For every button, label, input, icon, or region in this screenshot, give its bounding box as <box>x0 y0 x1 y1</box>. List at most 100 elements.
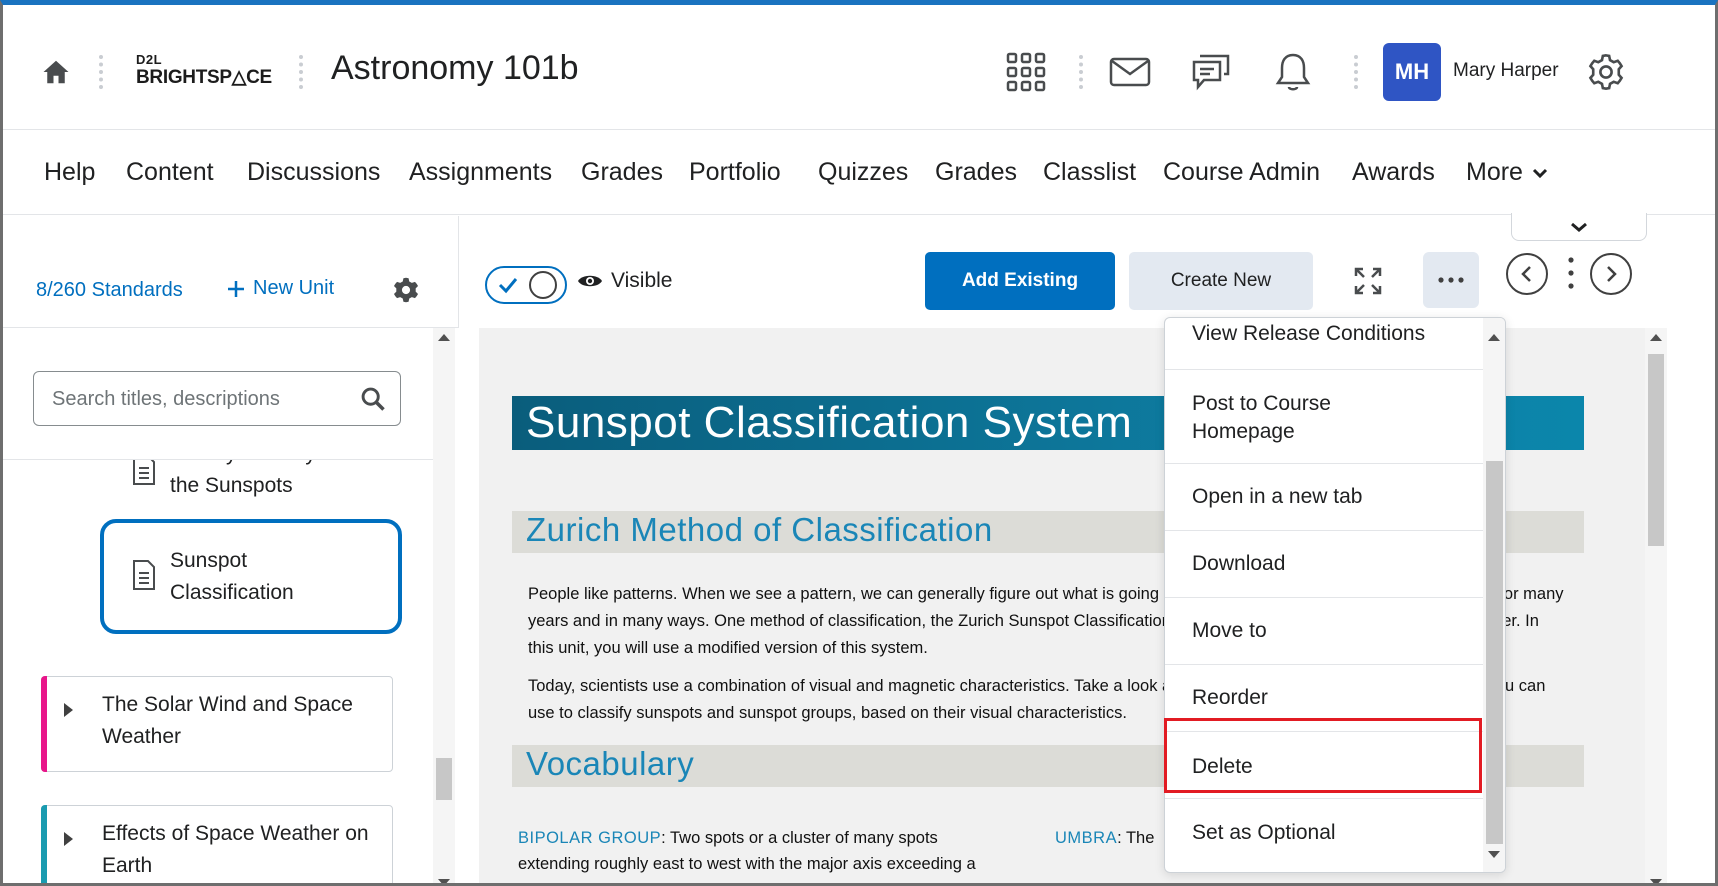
nav-quizzes[interactable]: Quizzes <box>818 158 908 187</box>
nav-content[interactable]: Content <box>126 158 214 187</box>
scrollbar-thumb[interactable] <box>1486 461 1503 844</box>
tree-item-label: Sunspot Classification <box>170 549 294 604</box>
vocab-definition: : Two spots or a cluster of many spots <box>661 829 938 847</box>
nav-grades-2[interactable]: Grades <box>935 158 1017 187</box>
nav-more-label: More <box>1466 158 1523 186</box>
create-new-button[interactable]: Create New <box>1129 252 1313 310</box>
vocab-definition: : The <box>1117 829 1155 847</box>
ellipsis-icon <box>1438 277 1464 283</box>
menu-item-view-release-conditions[interactable]: View Release Conditions <box>1165 318 1483 370</box>
nav-awards[interactable]: Awards <box>1352 158 1435 187</box>
delete-highlight-box <box>1164 718 1482 793</box>
check-icon <box>498 278 518 294</box>
eye-icon <box>578 275 602 287</box>
menu-item-download[interactable]: Download <box>1165 531 1483 598</box>
apps-grid-icon[interactable] <box>1003 49 1049 95</box>
nav-help[interactable]: Help <box>44 158 95 187</box>
add-existing-button[interactable]: Add Existing <box>925 252 1115 310</box>
next-topic-button[interactable] <box>1590 253 1632 295</box>
caret-right-icon[interactable] <box>64 703 73 717</box>
toggle-knob <box>529 271 557 299</box>
scroll-up-arrow-icon[interactable] <box>1650 334 1662 341</box>
document-icon <box>133 460 155 485</box>
nav-portfolio[interactable]: Portfolio <box>689 158 781 187</box>
menu-item-move-to[interactable]: Move to <box>1165 598 1483 665</box>
header-separator <box>1354 55 1358 89</box>
visibility-label: Visible <box>611 269 673 292</box>
chevron-left-icon <box>1521 266 1531 282</box>
nav-more[interactable]: More <box>1466 158 1549 187</box>
tree-item-sunspot-classification[interactable]: Sunspot Classification <box>100 519 402 634</box>
scrollbar-thumb[interactable] <box>436 758 452 800</box>
bell-icon[interactable] <box>1270 49 1316 95</box>
search-input[interactable] <box>52 385 342 413</box>
avatar[interactable]: MH <box>1383 43 1441 101</box>
section-title: Zurich Method of Classification <box>526 511 993 548</box>
menu-scrollbar[interactable] <box>1483 318 1505 872</box>
menu-item-post-to-course-homepage[interactable]: Post to Course Homepage <box>1165 370 1483 464</box>
document-icon <box>133 560 155 590</box>
menu-item-set-as-optional[interactable]: Set as Optional <box>1165 799 1483 872</box>
scroll-down-arrow-icon[interactable] <box>1650 879 1662 883</box>
unit-label: The Solar Wind and Space Weather <box>102 693 353 748</box>
user-name[interactable]: Mary Harper <box>1453 60 1559 82</box>
header-separator <box>99 55 103 89</box>
nav-discussions[interactable]: Discussions <box>247 158 380 187</box>
gear-icon[interactable] <box>392 276 420 304</box>
app-window: D2L BRIGHTSP△CE Astronomy 101b MH Mary H… <box>0 0 1718 886</box>
top-header: D2L BRIGHTSP△CE Astronomy 101b MH Mary H… <box>3 5 1715 130</box>
content-tree: Activity: Identify the Sunspots Sunspot … <box>3 460 433 883</box>
vocab-definition-continued: extending roughly east to west with the … <box>518 855 976 873</box>
gear-icon[interactable] <box>1583 49 1629 95</box>
vocab-entry: BIPOLAR GROUP: Two spots or a cluster of… <box>518 825 938 851</box>
caret-right-icon[interactable] <box>64 832 73 846</box>
chevron-down-icon <box>1532 168 1548 178</box>
vocab-term: UMBRA <box>1055 829 1118 847</box>
vertical-ellipsis-icon[interactable] <box>1568 256 1574 290</box>
new-unit-label: New Unit <box>253 277 335 299</box>
header-separator <box>299 55 303 89</box>
vocab-term: BIPOLAR GROUP <box>518 829 662 847</box>
chevron-right-icon <box>1607 266 1617 282</box>
left-toolbar: 8/260 Standards New Unit <box>3 216 458 328</box>
new-unit-button[interactable]: New Unit <box>227 277 334 300</box>
nav-classlist[interactable]: Classlist <box>1043 158 1136 187</box>
scrollbar-thumb[interactable] <box>1648 354 1664 546</box>
nav-grades[interactable]: Grades <box>581 158 663 187</box>
unit-label: Effects of Space Weather on Earth <box>102 822 369 877</box>
search-icon[interactable] <box>359 385 387 413</box>
tree-item-identify-sunspots[interactable]: Activity: Identify the Sunspots <box>170 460 370 502</box>
brightspace-logo[interactable]: D2L BRIGHTSP△CE <box>136 53 272 93</box>
mail-icon[interactable] <box>1107 49 1153 95</box>
topic-title: Sunspot Classification System <box>526 398 1133 447</box>
vocab-entry: UMBRA: The <box>1055 825 1154 851</box>
previous-topic-button[interactable] <box>1506 253 1548 295</box>
menu-item-open-new-tab[interactable]: Open in a new tab <box>1165 464 1483 531</box>
unit-effects-space-weather[interactable]: Effects of Space Weather on Earth <box>41 805 393 883</box>
header-separator <box>1079 55 1083 89</box>
standards-link[interactable]: 8/260 Standards <box>36 279 183 302</box>
scroll-down-arrow-icon[interactable] <box>1488 851 1500 858</box>
content-toolbar: Visible Add Existing Create New <box>458 216 1715 328</box>
home-icon[interactable] <box>41 57 71 87</box>
chat-icon[interactable] <box>1188 49 1234 95</box>
search-box[interactable] <box>33 371 401 426</box>
scroll-up-arrow-icon[interactable] <box>1488 334 1500 341</box>
visibility-status: Visible <box>577 269 672 293</box>
plus-icon <box>228 280 244 297</box>
visibility-toggle[interactable] <box>485 266 567 304</box>
left-panel: 8/260 Standards New Unit Activity: Ident… <box>3 216 458 883</box>
nav-assignments[interactable]: Assignments <box>409 158 552 187</box>
section-title: Vocabulary <box>526 745 695 782</box>
left-scrollbar[interactable] <box>433 328 455 883</box>
more-options-button[interactable] <box>1423 252 1479 308</box>
nav-course-admin[interactable]: Course Admin <box>1163 158 1320 187</box>
content-scrollbar[interactable] <box>1645 328 1667 883</box>
unit-color-stripe <box>41 676 47 772</box>
scroll-up-arrow-icon[interactable] <box>438 334 450 341</box>
fullscreen-icon[interactable] <box>1352 265 1384 297</box>
scroll-down-arrow-icon[interactable] <box>438 879 450 883</box>
course-title[interactable]: Astronomy 101b <box>331 49 579 88</box>
unit-solar-wind[interactable]: The Solar Wind and Space Weather <box>41 676 393 772</box>
course-navbar: Help Content Discussions Assignments Gra… <box>3 131 1715 215</box>
